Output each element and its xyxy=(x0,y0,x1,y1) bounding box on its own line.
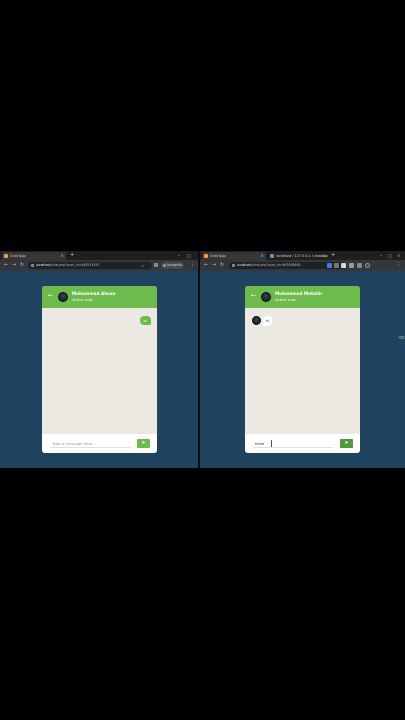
url-path: /chat.php?user_id=963058660 xyxy=(251,263,301,267)
forward-icon[interactable]: → xyxy=(12,262,16,269)
profile-avatar-icon[interactable] xyxy=(365,263,370,268)
site-info-icon[interactable] xyxy=(31,264,34,267)
incognito-label: Incognito xyxy=(167,263,182,267)
toolbar: ← → ↻ localhost/chat.php?user_id=9485142… xyxy=(0,260,198,271)
chat-header: ← Muhammad Ahsan Active now xyxy=(42,286,157,308)
page-content: ← Muhammad Mutahir Active now hi ➤ ⋘ xyxy=(200,271,405,468)
extension-icon[interactable] xyxy=(341,263,346,268)
typing-area: ➤ xyxy=(42,434,157,453)
back-icon[interactable]: ← xyxy=(204,262,208,269)
chat-header: ← Muhammad Mutahir Active now xyxy=(245,286,360,308)
outgoing-message: hi xyxy=(139,316,151,325)
message-input[interactable] xyxy=(50,439,130,448)
tab-chat-app[interactable]: Chat App × xyxy=(2,252,66,260)
avatar xyxy=(58,292,68,302)
extensions-puzzle-icon[interactable] xyxy=(349,263,354,268)
new-tab-icon[interactable]: + xyxy=(70,252,74,259)
address-bar[interactable]: localhost/chat.php?user_id=948514297 xyxy=(28,262,152,269)
reload-icon[interactable]: ↻ xyxy=(20,262,24,269)
close-window-icon[interactable]: × xyxy=(397,252,400,259)
text-cursor xyxy=(271,440,272,447)
extension-icon[interactable] xyxy=(334,263,339,268)
tab-phpmyadmin[interactable]: localhost / 127.0.0.1 / chatapp × xyxy=(268,252,328,260)
close-icon[interactable]: × xyxy=(61,252,64,260)
forward-icon[interactable]: → xyxy=(212,262,216,269)
send-button[interactable]: ➤ xyxy=(340,439,353,448)
typing-area: ➤ xyxy=(245,434,360,453)
url-host: localhost xyxy=(36,263,51,267)
chat-user-status: Active now xyxy=(72,297,93,302)
back-icon[interactable]: ← xyxy=(4,262,8,269)
left-browser-window: Chat App × + – □ ← → ↻ localhost/chat.ph… xyxy=(0,251,198,468)
chat-user-name: Muhammad Ahsan xyxy=(72,291,116,296)
chat-box[interactable]: hi xyxy=(245,308,360,434)
chat-box[interactable]: hi xyxy=(42,308,157,434)
menu-icon[interactable]: ⋮ xyxy=(396,262,401,269)
url-path: /chat.php?user_id=948514297 xyxy=(50,263,100,267)
chat-user-name: Muhammad Mutahir xyxy=(275,291,323,296)
extension-icon[interactable] xyxy=(327,263,332,268)
message-input[interactable] xyxy=(253,439,333,448)
sidebar-icon[interactable] xyxy=(154,263,158,267)
maximize-icon[interactable]: □ xyxy=(187,252,191,259)
tab-bar: Chat App × localhost / 127.0.0.1 / chata… xyxy=(200,251,405,260)
close-icon[interactable]: × xyxy=(261,252,264,260)
chat-card: ← Muhammad Ahsan Active now hi ➤ xyxy=(42,286,157,453)
toolbar: ← → ↻ localhost/chat.php?user_id=9630586… xyxy=(200,260,405,271)
incognito-badge[interactable]: Incognito xyxy=(161,262,184,269)
new-tab-icon[interactable]: + xyxy=(331,252,335,259)
favicon-icon xyxy=(4,254,8,258)
favicon-icon xyxy=(204,254,208,258)
tab-title: localhost / 127.0.0.1 / chatapp xyxy=(276,254,328,258)
send-icon: ➤ xyxy=(141,440,146,446)
chat-user-status: Active now xyxy=(275,297,296,302)
close-icon[interactable]: × xyxy=(323,252,326,260)
site-info-icon[interactable] xyxy=(232,264,235,267)
bookmark-star-icon[interactable]: ☆ xyxy=(141,262,145,269)
minimize-icon[interactable]: – xyxy=(178,252,180,259)
back-arrow-icon[interactable]: ← xyxy=(48,292,53,300)
tab-bar: Chat App × + – □ xyxy=(0,251,198,260)
incoming-message-text: hi xyxy=(263,316,273,326)
avatar xyxy=(252,316,261,325)
share-icon[interactable]: ⋘ xyxy=(398,335,405,341)
url-host: localhost xyxy=(237,263,252,267)
back-arrow-icon[interactable]: ← xyxy=(251,292,256,300)
tab-title: Chat App xyxy=(10,254,26,258)
menu-icon[interactable]: ⋮ xyxy=(190,262,195,269)
page-content: ← Muhammad Ahsan Active now hi ➤ xyxy=(0,271,198,468)
right-browser-window: Chat App × localhost / 127.0.0.1 / chata… xyxy=(200,251,405,468)
sidebar-icon[interactable] xyxy=(357,263,362,268)
avatar xyxy=(261,292,271,302)
tab-title: Chat App xyxy=(210,254,226,258)
reload-icon[interactable]: ↻ xyxy=(220,262,224,269)
maximize-icon[interactable]: □ xyxy=(388,252,392,259)
send-button[interactable]: ➤ xyxy=(137,439,150,448)
send-icon: ➤ xyxy=(344,440,349,446)
chat-card: ← Muhammad Mutahir Active now hi ➤ xyxy=(245,286,360,453)
tab-chat-app[interactable]: Chat App × xyxy=(202,252,266,260)
minimize-icon[interactable]: – xyxy=(380,252,382,259)
phpmyadmin-favicon-icon xyxy=(270,254,274,258)
